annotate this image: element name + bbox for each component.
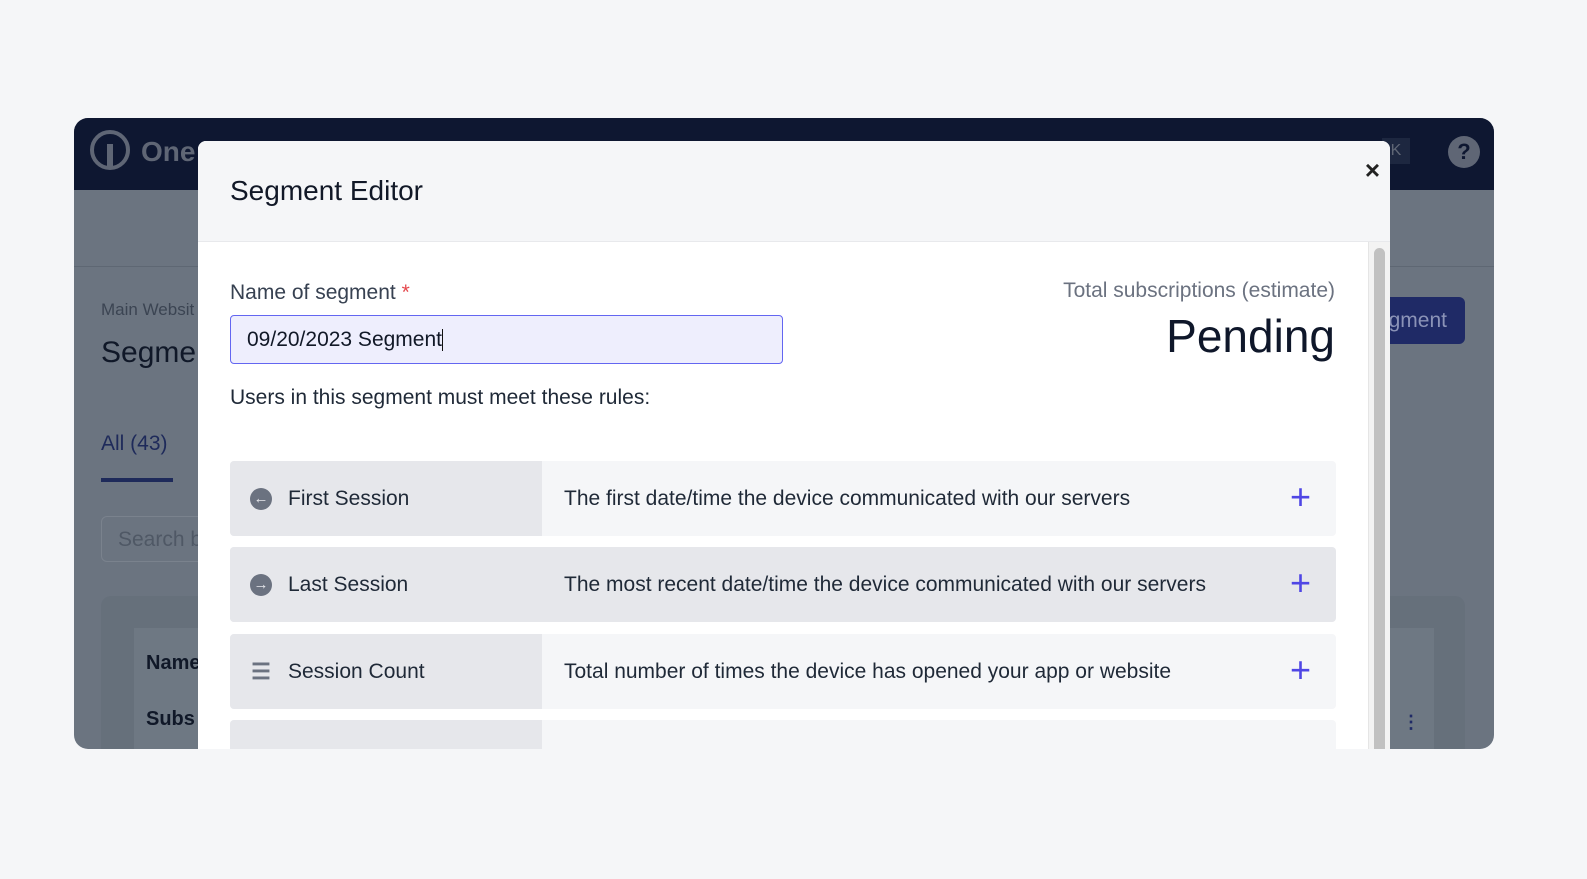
filter-label: Last Session (288, 572, 409, 596)
help-icon[interactable]: ? (1448, 136, 1480, 168)
brand-name: One (141, 136, 196, 167)
page-title: Segmen (101, 336, 213, 369)
scrollbar-thumb[interactable] (1374, 248, 1385, 749)
filter-description: The most recent date/time the device com… (564, 572, 1206, 596)
segment-name-label: Name of segment * (230, 281, 410, 305)
filter-row-partial[interactable] (230, 720, 1336, 749)
segment-editor-modal: Segment Editor × Name of segment * 09/20… (198, 141, 1390, 749)
tab-indicator (101, 478, 173, 482)
add-filter-icon[interactable]: + (1290, 477, 1311, 517)
add-filter-icon[interactable]: + (1290, 650, 1311, 690)
modal-header: Segment Editor × (198, 141, 1390, 242)
filter-label: First Session (288, 486, 410, 510)
app-window: One K ? Main Websit Segmen All (43) Sear… (74, 118, 1494, 749)
more-options-icon[interactable]: ⋮ (1402, 712, 1420, 733)
arrow-left-circle-icon: ← (250, 487, 272, 510)
close-icon[interactable]: × (1365, 155, 1380, 186)
filter-first-session[interactable]: ← First Session The first date/time the d… (230, 461, 1336, 536)
list-icon: ☰ (251, 658, 271, 684)
filter-label: Session Count (288, 659, 425, 683)
breadcrumb[interactable]: Main Websit (101, 300, 194, 320)
text-cursor (442, 329, 443, 352)
input-value: 09/20/2023 Segment (247, 328, 442, 351)
tab-all[interactable]: All (43) (101, 432, 168, 456)
segment-name-input[interactable]: 09/20/2023 Segment (230, 315, 783, 364)
required-marker: * (401, 281, 410, 304)
column-header-name: Name (146, 652, 201, 674)
estimate-label: Total subscriptions (estimate) (1063, 279, 1335, 302)
filter-last-session[interactable]: → Last Session The most recent date/time … (230, 547, 1336, 622)
label-text: Name of segment (230, 281, 396, 304)
filter-session-count[interactable]: ☰ Session Count Total number of times the… (230, 634, 1336, 709)
logo-icon (90, 130, 130, 170)
estimate-value: Pending (1166, 310, 1335, 362)
scrollbar[interactable] (1368, 242, 1390, 749)
add-filter-icon[interactable]: + (1290, 563, 1311, 603)
filter-description: The first date/time the device communica… (564, 486, 1131, 510)
filter-description: Total number of times the device has ope… (564, 659, 1172, 683)
modal-title: Segment Editor (230, 175, 423, 206)
rules-instructions: Users in this segment must meet these ru… (230, 386, 651, 409)
arrow-right-circle-icon: → (250, 573, 272, 596)
table-row[interactable]: Subs (146, 708, 195, 731)
